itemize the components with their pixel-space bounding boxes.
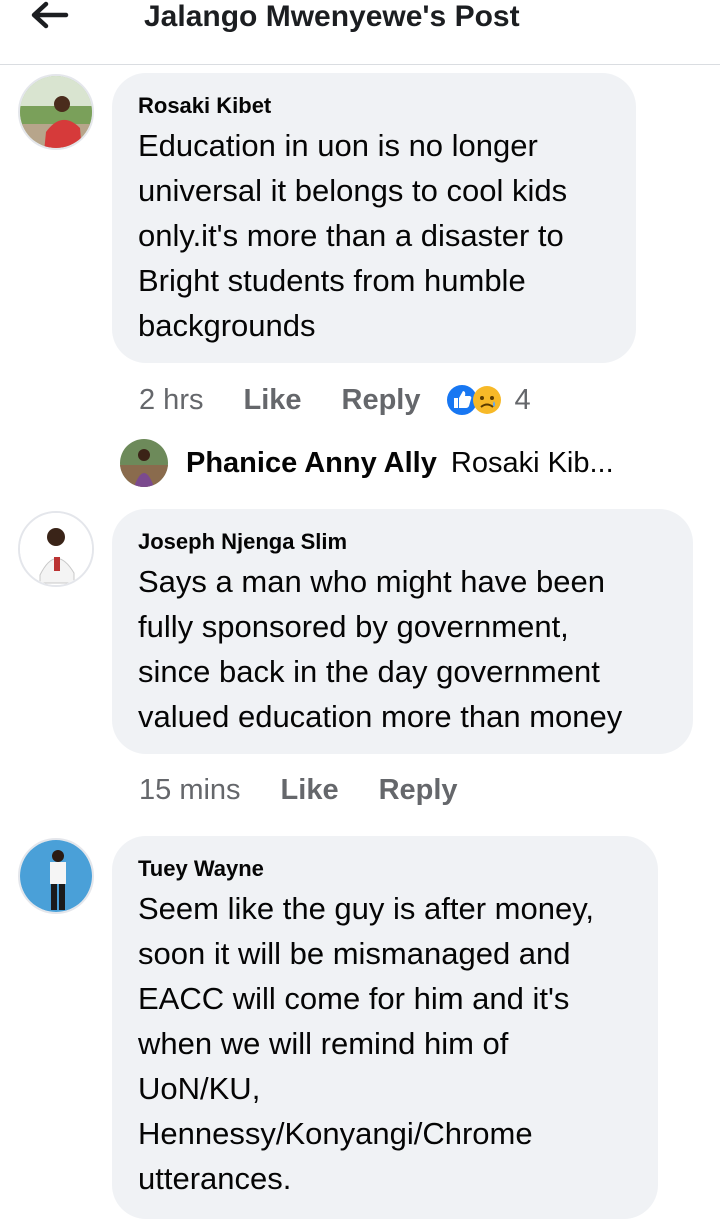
comment-timestamp: 2 hrs: [139, 384, 204, 416]
comment-author[interactable]: Rosaki Kibet: [138, 93, 610, 119]
comment-bubble: Joseph Njenga Slim Says a man who might …: [112, 509, 693, 754]
avatar-rosaki-kibet[interactable]: [18, 74, 94, 150]
avatar-joseph-njenga-slim[interactable]: [18, 511, 94, 587]
comment-bubble: Tuey Wayne Seem like the guy is after mo…: [112, 836, 658, 1219]
comment-actions: 2 hrs Like Reply 4: [139, 380, 531, 420]
reply-button[interactable]: Reply: [379, 770, 458, 810]
comment-bubble: Rosaki Kibet Education in uon is no long…: [112, 73, 636, 363]
comment-text: Education in uon is no longer universal …: [138, 128, 568, 343]
page-title: Jalango Mwenyewe's Post: [144, 0, 520, 33]
reactions-summary[interactable]: 4: [444, 380, 531, 420]
back-arrow-icon[interactable]: [26, 0, 70, 34]
comment-author[interactable]: Tuey Wayne: [138, 856, 632, 882]
avatar-tuey-wayne[interactable]: [18, 838, 94, 914]
comment-text: Says a man who might have been fully spo…: [138, 564, 623, 734]
reply-preview[interactable]: Phanice Anny Ally Rosaki Kib...: [120, 438, 614, 488]
like-button[interactable]: Like: [243, 380, 301, 420]
like-button[interactable]: Like: [281, 770, 339, 810]
reply-author[interactable]: Phanice Anny Ally: [186, 447, 437, 480]
avatar-phanice-anny-ally[interactable]: [120, 439, 168, 487]
reply-button[interactable]: Reply: [342, 380, 421, 420]
comment-actions: 15 mins Like Reply: [139, 770, 498, 810]
sad-reaction-icon: [472, 386, 501, 414]
reaction-count: 4: [514, 384, 531, 416]
post-header: Jalango Mwenyewe's Post: [0, 0, 720, 65]
comment-timestamp: 15 mins: [139, 774, 241, 806]
reply-snippet: Rosaki Kib...: [450, 446, 614, 479]
comment-text: Seem like the guy is after money, soon i…: [138, 891, 595, 1196]
comment-author[interactable]: Joseph Njenga Slim: [138, 529, 667, 555]
